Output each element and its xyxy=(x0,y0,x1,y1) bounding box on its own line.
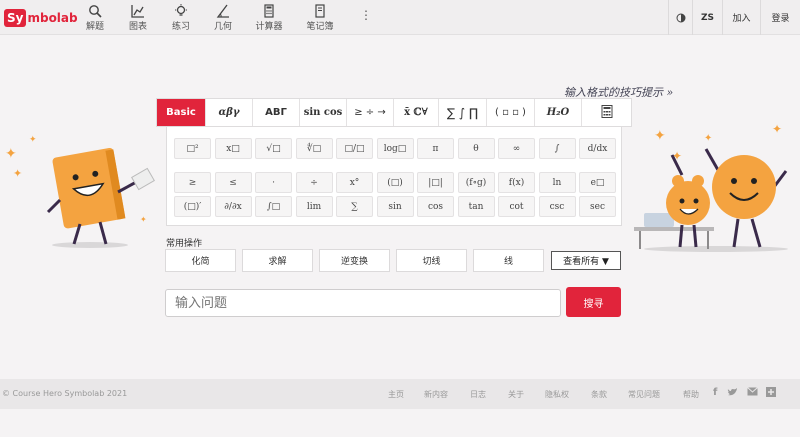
math-key[interactable]: e□ xyxy=(579,172,616,193)
math-key[interactable]: sin xyxy=(376,196,414,217)
math-key[interactable]: tan xyxy=(457,196,495,217)
problem-input[interactable] xyxy=(165,289,561,317)
math-key[interactable]: (□) xyxy=(376,172,414,193)
math-key[interactable]: ∂/∂x xyxy=(214,196,252,217)
svg-text:✦: ✦ xyxy=(772,122,782,136)
math-key[interactable]: cos xyxy=(417,196,454,217)
svg-text:✦: ✦ xyxy=(704,133,712,144)
footer-link-home[interactable]: 主页 xyxy=(388,389,404,400)
math-key[interactable]: ln xyxy=(538,172,576,193)
math-key[interactable]: ∫□ xyxy=(255,196,292,217)
math-key[interactable]: · xyxy=(255,172,292,193)
tab-trig[interactable]: sin cos xyxy=(300,99,347,126)
footer-link-about[interactable]: 关于 xyxy=(508,389,524,400)
footer-link-help[interactable]: 帮助 xyxy=(683,389,699,400)
math-key[interactable]: lim xyxy=(295,196,333,217)
tab-operators[interactable]: ≥ ÷ → xyxy=(347,99,394,126)
math-key[interactable]: π xyxy=(417,138,454,159)
math-key[interactable]: ≥ xyxy=(174,172,211,193)
math-key[interactable]: ∞ xyxy=(498,138,535,159)
nav-practice[interactable]: 练习 xyxy=(161,4,201,32)
keyboard-tabs: Basic αβγ ABΓ sin cos ≥ ÷ → x̄ ℂ∀ ∑ ∫ ∏ … xyxy=(156,98,632,127)
svg-text:✦: ✦ xyxy=(29,135,37,145)
footer-link-whats-new[interactable]: 新内容 xyxy=(424,389,448,400)
login-button[interactable]: 登录 xyxy=(760,0,800,35)
math-key[interactable]: □/□ xyxy=(336,138,373,159)
calculator-icon xyxy=(601,104,613,121)
user-initials[interactable]: ZS xyxy=(692,0,722,35)
nav-graph[interactable]: 图表 xyxy=(118,4,158,32)
symbolab-logo[interactable]: Sy mbolab xyxy=(4,7,78,28)
svg-text:✦: ✦ xyxy=(5,146,17,162)
math-key[interactable]: (□)′ xyxy=(174,196,211,217)
math-key[interactable]: ≤ xyxy=(214,172,252,193)
angle-icon xyxy=(203,4,243,18)
keyboard-keys: □² x□ √□ ∜□ □/□ log□ π θ ∞ ∫ d/dx ≥ ≤ · ÷ x° (□) |□| (f∘g)… xyxy=(166,127,622,226)
tab-sets[interactable]: x̄ ℂ∀ xyxy=(394,99,439,126)
plus-icon[interactable] xyxy=(766,387,776,400)
footer-link-blog[interactable]: 日志 xyxy=(470,389,486,400)
tab-greek-upper[interactable]: ABΓ xyxy=(253,99,300,126)
join-button[interactable]: 加入 xyxy=(722,0,760,35)
notebook-icon xyxy=(300,4,340,18)
math-key[interactable]: ∑ xyxy=(336,196,373,217)
tab-matrix[interactable]: ( ▫ ▫ ) xyxy=(487,99,535,126)
nav-solve[interactable]: 解题 xyxy=(75,4,115,32)
twitter-icon[interactable] xyxy=(727,387,738,400)
svg-text:✦: ✦ xyxy=(140,215,147,224)
math-key[interactable]: |□| xyxy=(417,172,454,193)
svg-text:✦: ✦ xyxy=(654,128,666,144)
tab-calculator[interactable] xyxy=(582,99,631,126)
math-key[interactable]: √□ xyxy=(255,138,292,159)
tab-chemistry[interactable]: H₂O xyxy=(535,99,582,126)
tab-basic[interactable]: Basic xyxy=(157,99,206,126)
math-key[interactable]: □² xyxy=(174,138,211,159)
calculator-icon xyxy=(249,4,289,18)
facebook-icon[interactable]: f xyxy=(713,387,717,398)
math-key[interactable]: csc xyxy=(538,196,576,217)
svg-text:✦: ✦ xyxy=(40,120,48,123)
math-key[interactable]: ÷ xyxy=(295,172,333,193)
ball-mascots-illustration: ✦ ✦ ✦ ✦ xyxy=(634,122,788,252)
op-tangent-button[interactable]: 切线 xyxy=(396,249,467,272)
contrast-icon[interactable] xyxy=(668,0,692,35)
book-mascot-illustration: ✦ ✦ ✦ ✦ ✦ xyxy=(5,120,155,248)
op-solve-button[interactable]: 求解 xyxy=(242,249,313,272)
op-simplify-button[interactable]: 化简 xyxy=(165,249,236,272)
op-inverse-button[interactable]: 逆变换 xyxy=(319,249,390,272)
mail-icon[interactable] xyxy=(747,387,758,399)
footer: © Course Hero Symbolab 2021 主页 新内容 日志 关于… xyxy=(0,379,800,409)
math-key[interactable]: θ xyxy=(457,138,495,159)
nav-notebook[interactable]: 笔记簿 xyxy=(300,4,340,32)
footer-link-terms[interactable]: 条款 xyxy=(591,389,607,400)
math-keyboard: Basic αβγ ABΓ sin cos ≥ ÷ → x̄ ℂ∀ ∑ ∫ ∏ … xyxy=(156,98,632,226)
math-key[interactable]: sec xyxy=(579,196,616,217)
math-key[interactable]: d/dx xyxy=(579,138,616,159)
math-key[interactable]: ∜□ xyxy=(295,138,333,159)
math-key[interactable]: f(x) xyxy=(498,172,535,193)
common-ops-label: 常用操作 xyxy=(166,239,203,249)
tab-greek-lower[interactable]: αβγ xyxy=(206,99,253,126)
footer-link-privacy[interactable]: 隐私权 xyxy=(545,389,569,400)
tab-calculus[interactable]: ∑ ∫ ∏ xyxy=(439,99,487,126)
math-key[interactable]: log□ xyxy=(376,138,414,159)
bulb-icon xyxy=(161,4,201,18)
more-menu-icon[interactable]: ⋮ xyxy=(360,8,372,22)
nav-geometry[interactable]: 几何 xyxy=(203,4,243,32)
math-key[interactable]: (f∘g) xyxy=(457,172,495,193)
math-key[interactable]: x° xyxy=(336,172,373,193)
top-navbar: Sy mbolab 解题 图表 练习 几何 计算器 笔记簿 ⋮ ZS 加入 登录 xyxy=(0,0,800,35)
graph-icon xyxy=(118,4,158,18)
op-line-button[interactable]: 线 xyxy=(473,249,544,272)
go-button[interactable]: 搜寻 xyxy=(566,287,621,317)
footer-link-faq[interactable]: 常见问题 xyxy=(628,389,660,400)
math-key[interactable]: cot xyxy=(498,196,535,217)
nav-calculator[interactable]: 计算器 xyxy=(249,4,289,32)
math-key[interactable]: x□ xyxy=(214,138,252,159)
view-all-dropdown[interactable]: 查看所有 ▼ xyxy=(551,251,621,270)
svg-text:✦: ✦ xyxy=(13,167,22,180)
search-icon xyxy=(75,4,115,18)
copyright-text: © Course Hero Symbolab 2021 xyxy=(2,389,128,398)
math-key[interactable]: ∫ xyxy=(538,138,576,159)
